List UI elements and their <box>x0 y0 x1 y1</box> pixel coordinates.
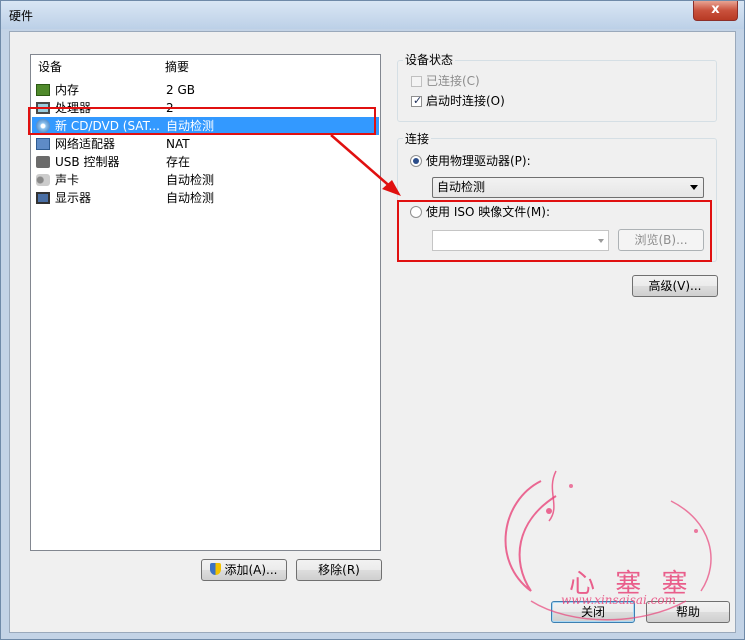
watermark-url: www.xinsaisai.com <box>561 593 676 607</box>
hardware-dialog: 硬件 x 设备 摘要 内存 2 GB 处理器 2 新 CD/DVD (SAT..… <box>0 0 745 640</box>
watermark-logo <box>504 470 712 621</box>
